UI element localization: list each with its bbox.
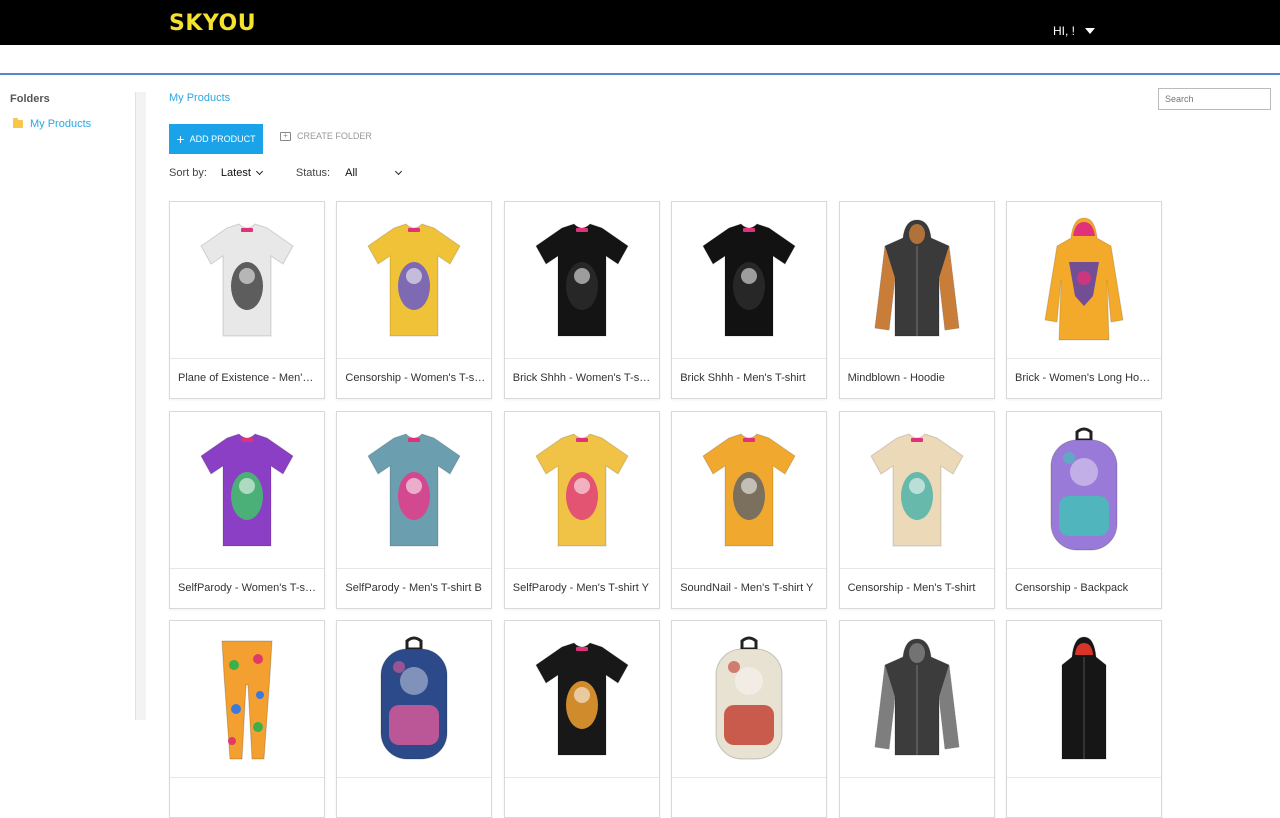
sidebar-divider [135, 92, 146, 720]
caret-down-icon [1085, 28, 1096, 34]
product-image[interactable] [337, 412, 492, 569]
product-card[interactable]: Brick - Women's Long Hoodie [1006, 201, 1162, 399]
search-input[interactable] [1158, 88, 1271, 110]
status-select[interactable]: All [345, 167, 403, 179]
product-name: Plane of Existence - Men's T-shirt [178, 372, 318, 384]
product-card[interactable]: Brick Shhh - Men's T-shirt [671, 201, 828, 399]
product-name: Censorship - Women's T-shirt [345, 372, 486, 384]
product-name: Brick Shhh - Women's T-shirt [512, 372, 653, 384]
product-card[interactable] [838, 620, 995, 818]
add-product-label: ADD PRODUCT [189, 134, 256, 144]
product-name: Brick Shhh - Men's T-shirt [680, 372, 806, 384]
product-image[interactable] [170, 412, 324, 569]
product-image[interactable] [839, 412, 994, 569]
product-card[interactable] [336, 620, 493, 818]
product-name: Censorship - Backpack [1015, 581, 1129, 594]
status-label: Status: [295, 167, 331, 179]
product-card[interactable]: Plane of Existence - Men's T-shirt [169, 201, 325, 399]
product-image[interactable] [1007, 621, 1161, 779]
chevron-down-icon [395, 167, 403, 176]
product-name: SoundNail - Men's T-shirt Y [680, 581, 814, 594]
sidebar-item-label: My Products [30, 118, 92, 130]
product-image[interactable] [1007, 202, 1161, 359]
product-card[interactable] [503, 620, 660, 818]
product-card[interactable]: Censorship - Men's T-shirt [838, 410, 995, 609]
product-image[interactable] [504, 621, 659, 779]
create-folder-label: CREATE FOLDER [297, 131, 372, 141]
product-card[interactable]: SelfParody - Men's T-shirt B [336, 410, 493, 609]
create-folder-button[interactable]: + CREATE FOLDER [280, 131, 372, 141]
product-image[interactable] [170, 621, 324, 779]
product-card[interactable] [169, 620, 325, 818]
product-card[interactable]: Censorship - Women's T-shirt [336, 201, 493, 399]
product-image[interactable] [839, 202, 994, 359]
product-image[interactable] [672, 621, 827, 779]
logo[interactable]: SKYOU [169, 13, 256, 35]
sort-select[interactable]: Latest [220, 167, 263, 179]
product-card[interactable]: SelfParody - Women's T-shirt [169, 410, 325, 609]
product-card[interactable] [1006, 620, 1162, 818]
user-greeting: HI, ! [1053, 24, 1076, 38]
product-image[interactable] [504, 202, 659, 359]
product-card[interactable]: SoundNail - Men's T-shirt Y [671, 410, 828, 609]
product-name: Brick - Women's Long Hoodie [1015, 372, 1155, 384]
plus-icon: + [176, 131, 185, 147]
product-card[interactable]: SelfParody - Men's T-shirt Y [503, 410, 660, 609]
product-name: SelfParody - Men's T-shirt B [345, 581, 482, 594]
product-name: SelfParody - Men's T-shirt Y [512, 581, 649, 594]
folder-plus-icon: + [280, 131, 291, 141]
sort-value: Latest [220, 167, 251, 179]
folders-title: Folders [10, 93, 50, 105]
product-image[interactable] [337, 621, 492, 779]
product-image[interactable] [337, 202, 492, 359]
folder-icon [13, 118, 23, 128]
status-value: All [345, 167, 358, 179]
product-name: Mindblown - Hoodie [847, 372, 945, 384]
product-image[interactable] [672, 412, 827, 569]
product-card[interactable] [671, 620, 828, 818]
add-product-button[interactable]: + ADD PRODUCT [169, 124, 263, 154]
product-card[interactable]: Censorship - Backpack [1006, 410, 1162, 609]
product-image[interactable] [672, 202, 827, 359]
product-card[interactable]: Brick Shhh - Women's T-shirt [503, 201, 660, 399]
sidebar-item-my-products[interactable]: My Products [13, 118, 91, 130]
product-image[interactable] [839, 621, 994, 779]
sort-label: Sort by: [169, 167, 207, 179]
breadcrumb[interactable]: My Products [169, 92, 230, 104]
product-image[interactable] [170, 202, 324, 359]
product-name: Censorship - Men's T-shirt [847, 581, 976, 594]
filter-bar: Sort by: Latest Status: All [169, 167, 403, 179]
sidebar [0, 75, 146, 720]
product-name: SelfParody - Women's T-shirt [178, 581, 318, 594]
user-menu[interactable]: HI, ! [1053, 24, 1096, 38]
product-card[interactable]: Mindblown - Hoodie [838, 201, 995, 399]
chevron-down-icon [255, 167, 263, 176]
product-image[interactable] [504, 412, 659, 569]
top-navbar: SKYOU HI, ! [0, 0, 1280, 45]
header-divider [0, 73, 1280, 75]
product-image[interactable] [1007, 412, 1161, 569]
